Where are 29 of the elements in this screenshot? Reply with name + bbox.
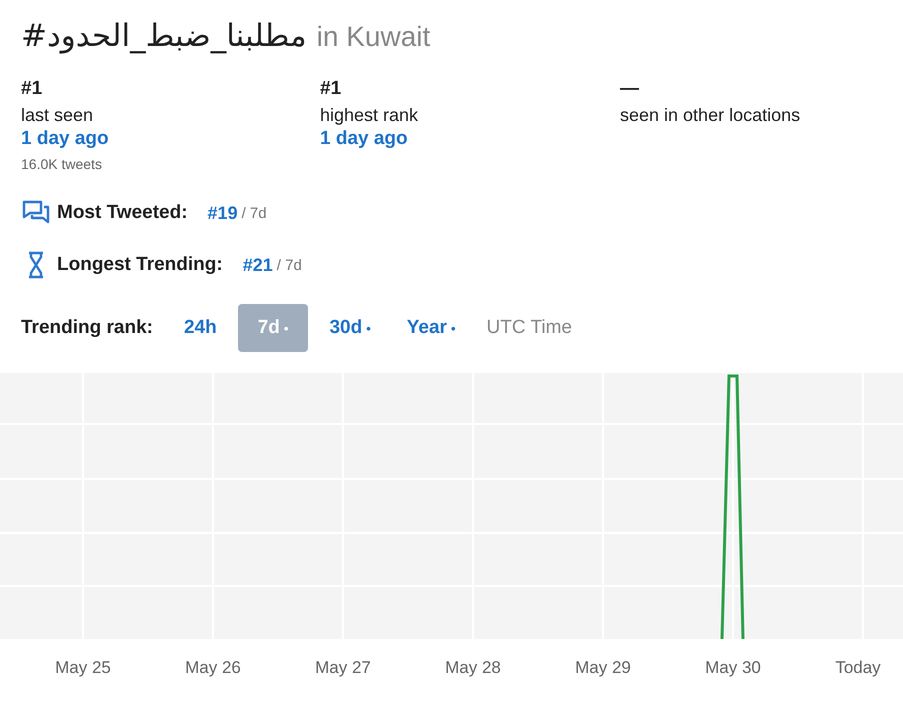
trending-label: Trending rank: — [21, 317, 153, 339]
period-label: / 7d — [276, 256, 302, 274]
rank-value: #1 — [21, 77, 42, 101]
rank-value: #1 — [320, 77, 342, 101]
location-label: in Kuwait — [316, 21, 430, 53]
stat-label: seen in other locations — [620, 104, 800, 127]
axis-label: Today — [835, 658, 881, 677]
range-tab[interactable]: 30d • — [314, 304, 386, 352]
period-label: / 7d — [242, 204, 267, 222]
axis-label: May 28 — [445, 658, 501, 677]
tweet-count: 16.0K tweets — [21, 156, 102, 172]
range-tab[interactable]: 24h — [168, 304, 232, 352]
rank-link[interactable]: #19 — [208, 202, 238, 224]
axis-label: May 27 — [315, 658, 371, 677]
axis-label: May 26 — [185, 658, 241, 677]
time-link[interactable]: 1 day ago — [21, 128, 109, 150]
rank-value: — — [620, 77, 639, 101]
hashtag-title: #مطلبنا_ضبط_الحدود — [21, 18, 307, 54]
record-label: Longest Trending: — [57, 254, 223, 276]
stat-label: highest rank — [320, 104, 418, 127]
range-tab[interactable]: Year • — [392, 304, 470, 352]
axis-label: May 29 — [575, 658, 631, 677]
stat-label: last seen — [21, 104, 94, 127]
rank-link[interactable]: #21 — [242, 254, 273, 276]
utc-toggle[interactable]: UTC Time — [476, 304, 582, 352]
axis-label: May 30 — [705, 658, 761, 677]
time-link[interactable]: 1 day ago — [320, 128, 408, 150]
axis-label: May 25 — [55, 658, 111, 677]
record-label: Most Tweeted: — [57, 202, 188, 224]
